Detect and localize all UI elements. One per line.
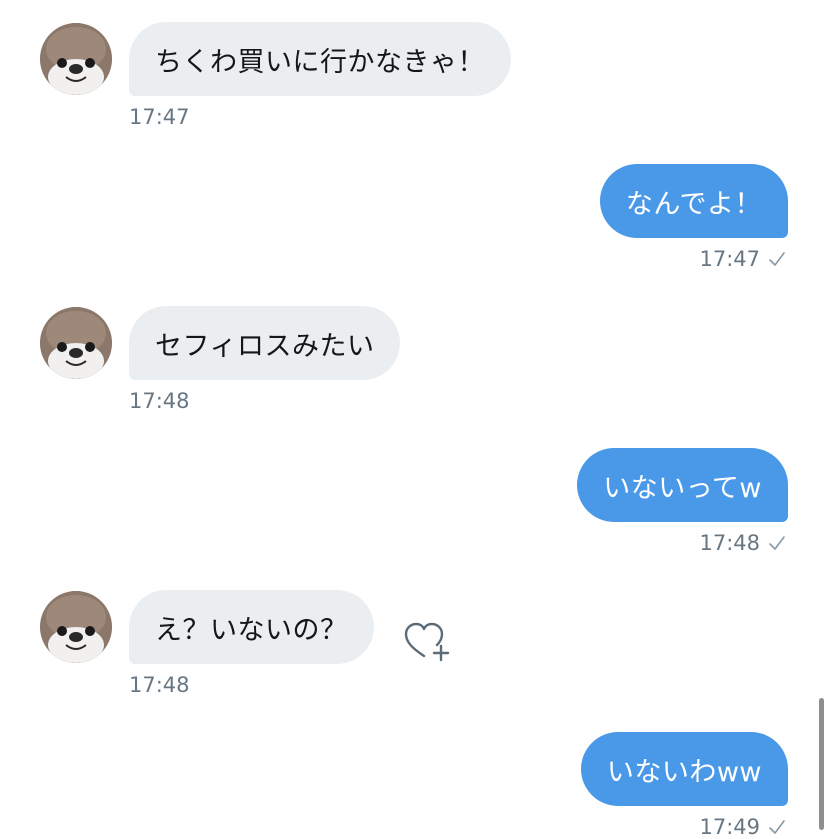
outgoing-message-bubble[interactable]: いないわww <box>580 732 788 806</box>
message-timestamp: 17:47 <box>699 247 760 271</box>
otter-avatar[interactable] <box>40 591 112 663</box>
message-timestamp-row: 17:47 <box>699 247 786 271</box>
outgoing-message-bubble[interactable]: いないってw <box>577 448 788 522</box>
message-timestamp: 17:47 <box>129 105 190 129</box>
incoming-message-bubble[interactable]: え？いないの？ <box>129 590 374 664</box>
message-text: ちくわ買いに行かなきゃ！ <box>155 46 485 78</box>
outgoing-message-bubble[interactable]: なんでよ！ <box>599 164 788 238</box>
incoming-message-bubble[interactable]: セフィロスみたい <box>129 306 401 380</box>
check-icon <box>769 536 785 550</box>
message-timestamp: 17:49 <box>699 815 760 839</box>
heart-plus-icon[interactable] <box>402 618 452 662</box>
check-icon <box>769 252 785 266</box>
otter-avatar[interactable] <box>40 23 112 95</box>
scrollbar[interactable] <box>819 698 824 830</box>
message-timestamp-row: 17:48 <box>699 531 786 555</box>
message-timestamp: 17:48 <box>699 531 760 555</box>
otter-avatar-image <box>40 307 112 379</box>
otter-avatar[interactable] <box>40 307 112 379</box>
message-text: え？いないの？ <box>155 614 348 646</box>
message-timestamp-row: 17:49 <box>699 815 786 839</box>
check-icon <box>769 820 785 834</box>
otter-avatar-image <box>40 23 112 95</box>
message-text: いないわww <box>606 756 762 788</box>
message-text: いないってw <box>603 472 762 504</box>
message-timestamp: 17:48 <box>129 389 190 413</box>
message-text: なんでよ！ <box>625 188 762 220</box>
otter-avatar-image <box>40 591 112 663</box>
incoming-message-bubble[interactable]: ちくわ買いに行かなきゃ！ <box>129 22 511 96</box>
message-timestamp: 17:48 <box>129 673 190 697</box>
message-text: セフィロスみたい <box>155 330 375 362</box>
